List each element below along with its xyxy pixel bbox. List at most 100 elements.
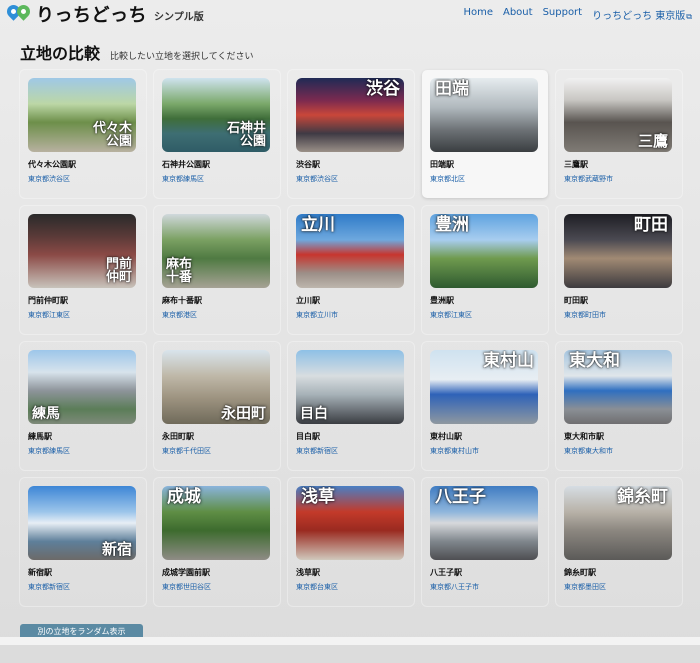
page-title: 立地の比較	[20, 44, 101, 63]
station-card[interactable]: 成城成城学園前駅 東京都世田谷区	[154, 478, 280, 606]
station-area: 東京都町田市	[564, 311, 606, 319]
header: りっちどっち シンプル版 Home About Support りっちどっち 東…	[0, 0, 700, 28]
station-name: 東村山駅	[430, 432, 462, 441]
nav-about[interactable]: About	[503, 7, 533, 22]
station-card[interactable]: 錦糸町 錦糸町駅 東京都墨田区	[556, 478, 682, 606]
station-area: 東京都千代田区	[162, 447, 211, 455]
station-photo: 石神井 公園	[162, 78, 270, 152]
station-name: 新宿駅	[28, 568, 52, 577]
station-area: 東京都練馬区	[28, 447, 70, 455]
station-card[interactable]: 練馬 練馬駅 東京都練馬区	[20, 342, 146, 470]
station-area: 東京都渋谷区	[28, 175, 70, 183]
station-card[interactable]: 八王子八王子駅東京都八王子市	[422, 478, 548, 606]
photo-overlay-label: 代々木 公園	[92, 120, 132, 150]
photo-overlay-label: 立川	[301, 215, 335, 235]
station-area: 東京都台東区	[296, 583, 338, 591]
photo-overlay-label: 門前 仲町	[105, 256, 132, 286]
station-area: 東京都練馬区	[162, 175, 204, 183]
photo-overlay-label: 練馬	[32, 406, 60, 422]
brand-subtitle: シンプル版	[154, 12, 204, 23]
station-area: 東京都武蔵野市	[564, 175, 613, 183]
title-row: 立地の比較 比較したい立地を選択してください	[0, 40, 700, 64]
station-name: 町田駅	[564, 296, 588, 305]
photo-overlay-label: 成城	[167, 487, 201, 507]
station-photo: 八王子	[430, 486, 538, 560]
station-card[interactable]: 三鷹三鷹駅東京都武蔵野市	[556, 70, 682, 198]
station-area: 東京都世田谷区	[162, 583, 211, 591]
station-name: 豊洲駅	[430, 296, 454, 305]
nav-tokyo-version-link[interactable]: りっちどっち 東京版⧉	[592, 7, 692, 22]
station-area: 東京都東大和市	[564, 447, 613, 455]
station-name: 石神井公園駅	[162, 160, 210, 169]
station-area: 東京都北区	[430, 175, 465, 183]
map-pins-icon	[4, 2, 33, 24]
station-photo: 成城	[162, 486, 270, 560]
external-link-icon: ⧉	[686, 11, 692, 21]
station-photo: 東村山	[430, 350, 538, 424]
station-name: 成城学園前駅	[162, 568, 210, 577]
station-card[interactable]: 東村山東村山駅東京都東村山市	[422, 342, 548, 470]
station-name: 立川駅	[296, 296, 320, 305]
station-area: 東京都江東区	[430, 311, 472, 319]
station-name: 八王子駅	[430, 568, 462, 577]
station-card[interactable]: 永田町永田町駅東京都千代田区	[154, 342, 280, 470]
station-card[interactable]: 目白 目白駅 東京都新宿区	[288, 342, 414, 470]
station-photo: 麻布 十番	[162, 214, 270, 288]
brand-title: りっちどっち	[36, 5, 147, 26]
photo-overlay-label: 三鷹	[637, 132, 668, 150]
station-photo: 田端	[430, 78, 538, 152]
station-card[interactable]: 代々木 公園代々木公園駅 東京都渋谷区	[20, 70, 146, 198]
station-photo: 浅草	[296, 486, 404, 560]
station-photo: 門前 仲町	[28, 214, 136, 288]
station-card[interactable]: 浅草浅草駅東京都台東区	[288, 478, 414, 606]
station-name: 渋谷駅	[296, 160, 320, 169]
station-photo: 練馬	[28, 350, 136, 424]
brand[interactable]: りっちどっち シンプル版	[4, 1, 204, 27]
station-area: 東京都立川市	[296, 311, 338, 319]
page-subtitle: 比較したい立地を選択してください	[110, 52, 254, 62]
photo-overlay-label: 浅草	[301, 487, 335, 507]
photo-overlay-label: 石神井 公園	[226, 120, 266, 150]
station-photo: 立川	[296, 214, 404, 288]
station-card[interactable]: 門前 仲町 門前仲町駅 東京都江東区	[20, 206, 146, 334]
station-card[interactable]: 立川立川駅東京都立川市	[288, 206, 414, 334]
station-photo: 三鷹	[564, 78, 672, 152]
station-area: 東京都八王子市	[430, 583, 479, 591]
nav-support[interactable]: Support	[543, 7, 583, 22]
station-card[interactable]: 豊洲豊洲駅東京都江東区	[422, 206, 548, 334]
photo-overlay-label: 八王子	[435, 487, 486, 507]
station-card[interactable]: 石神井 公園石神井公園駅 東京都練馬区	[154, 70, 280, 198]
photo-overlay-label: 麻布 十番	[166, 256, 193, 286]
station-photo: 町田	[564, 214, 672, 288]
station-card[interactable]: 町田町田駅東京都町田市	[556, 206, 682, 334]
station-area: 東京都新宿区	[28, 583, 70, 591]
station-card[interactable]: 麻布 十番 麻布十番駅 東京都港区	[154, 206, 280, 334]
station-card[interactable]: 田端 田端駅 東京都北区	[422, 70, 548, 198]
station-name: 三鷹駅	[564, 160, 588, 169]
station-name: 麻布十番駅	[162, 296, 202, 305]
photo-overlay-label: 町田	[634, 215, 668, 235]
station-card[interactable]: 東大和東大和市駅東京都東大和市	[556, 342, 682, 470]
station-name: 門前仲町駅	[28, 296, 68, 305]
station-name: 永田町駅	[162, 432, 194, 441]
station-area: 東京都墨田区	[564, 583, 606, 591]
photo-overlay-label: 錦糸町	[617, 487, 668, 507]
photo-overlay-label: 永田町	[220, 404, 266, 422]
station-card[interactable]: 新宿新宿駅東京都新宿区	[20, 478, 146, 606]
nav-home[interactable]: Home	[463, 7, 493, 22]
station-photo: 渋谷	[296, 78, 404, 152]
station-area: 東京都渋谷区	[296, 175, 338, 183]
station-photo: 豊洲	[430, 214, 538, 288]
station-area: 東京都東村山市	[430, 447, 479, 455]
photo-overlay-label: 目白	[300, 406, 328, 422]
station-photo: 東大和	[564, 350, 672, 424]
station-name: 浅草駅	[296, 568, 320, 577]
nav-tokyo-version[interactable]: りっちどっち 東京版	[592, 11, 685, 22]
photo-overlay-label: 渋谷	[366, 79, 400, 99]
station-name: 東大和市駅	[564, 432, 604, 441]
top-nav: Home About Support りっちどっち 東京版⧉	[463, 7, 692, 22]
station-name: 代々木公園駅	[28, 160, 76, 169]
station-photo: 代々木 公園	[28, 78, 136, 152]
station-card[interactable]: 渋谷渋谷駅東京都渋谷区	[288, 70, 414, 198]
station-photo: 新宿	[28, 486, 136, 560]
